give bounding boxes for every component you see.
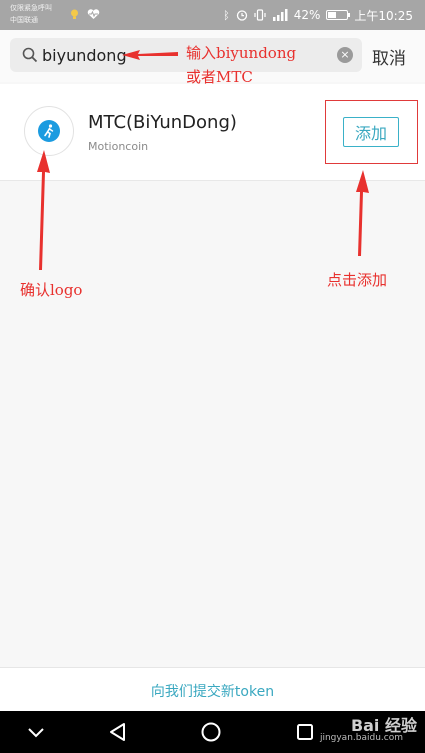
- battery-fill: [328, 12, 336, 18]
- annotation-logo-hint: 确认logo: [20, 281, 83, 299]
- cancel-button[interactable]: 取消: [372, 44, 406, 69]
- logo-badge: [38, 120, 60, 142]
- clock: 上午10:25: [354, 8, 413, 23]
- vibrate-icon: [254, 9, 266, 21]
- status-bar: 仅限紧急呼叫 中国联通 ᛒ 42% 上午10:25: [0, 0, 425, 30]
- token-name: MTC(BiYunDong): [88, 112, 237, 133]
- carrier-line-2: 中国联通: [10, 16, 38, 24]
- add-highlight-box: [325, 100, 418, 164]
- bluetooth-icon: ᛒ: [223, 8, 230, 22]
- nav-recents-icon[interactable]: [285, 711, 325, 753]
- watermark-url: jingyan.baidu.com: [319, 733, 403, 743]
- token-subtitle: Motioncoin: [88, 140, 149, 153]
- search-icon: [22, 47, 38, 63]
- bulb-icon: [71, 9, 78, 19]
- heart-pulse-icon: [87, 9, 100, 19]
- nav-home-icon[interactable]: [191, 711, 231, 753]
- screen: 仅限紧急呼叫 中国联通 ᛒ 42% 上午10:25 biyundong × 取消…: [0, 0, 425, 753]
- signal-icon: [272, 9, 288, 21]
- clear-icon[interactable]: ×: [337, 47, 353, 63]
- annotation-add-hint: 点击添加: [327, 271, 388, 289]
- runner-icon: [44, 124, 54, 138]
- carrier-line-1: 仅限紧急呼叫: [10, 4, 52, 12]
- alarm-icon: [236, 10, 247, 21]
- battery-icon: [326, 10, 351, 20]
- token-logo: [24, 106, 74, 156]
- status-right: ᛒ 42% 上午10:25: [223, 0, 413, 30]
- submit-token-link[interactable]: 向我们提交新token: [151, 681, 274, 701]
- arrow-to-add: [356, 170, 369, 256]
- status-left-icons: [70, 9, 100, 20]
- annotation-search-hint-1: 输入biyundong: [186, 44, 297, 62]
- submit-token-bar: 向我们提交新token: [0, 667, 425, 712]
- carrier-info: 仅限紧急呼叫 中国联通: [10, 2, 52, 26]
- annotation-search-hint-2: 或者MTC: [186, 68, 253, 86]
- nav-hide-icon[interactable]: [16, 711, 56, 753]
- battery-percent: 42%: [293, 8, 321, 22]
- nav-back-icon[interactable]: [98, 711, 138, 753]
